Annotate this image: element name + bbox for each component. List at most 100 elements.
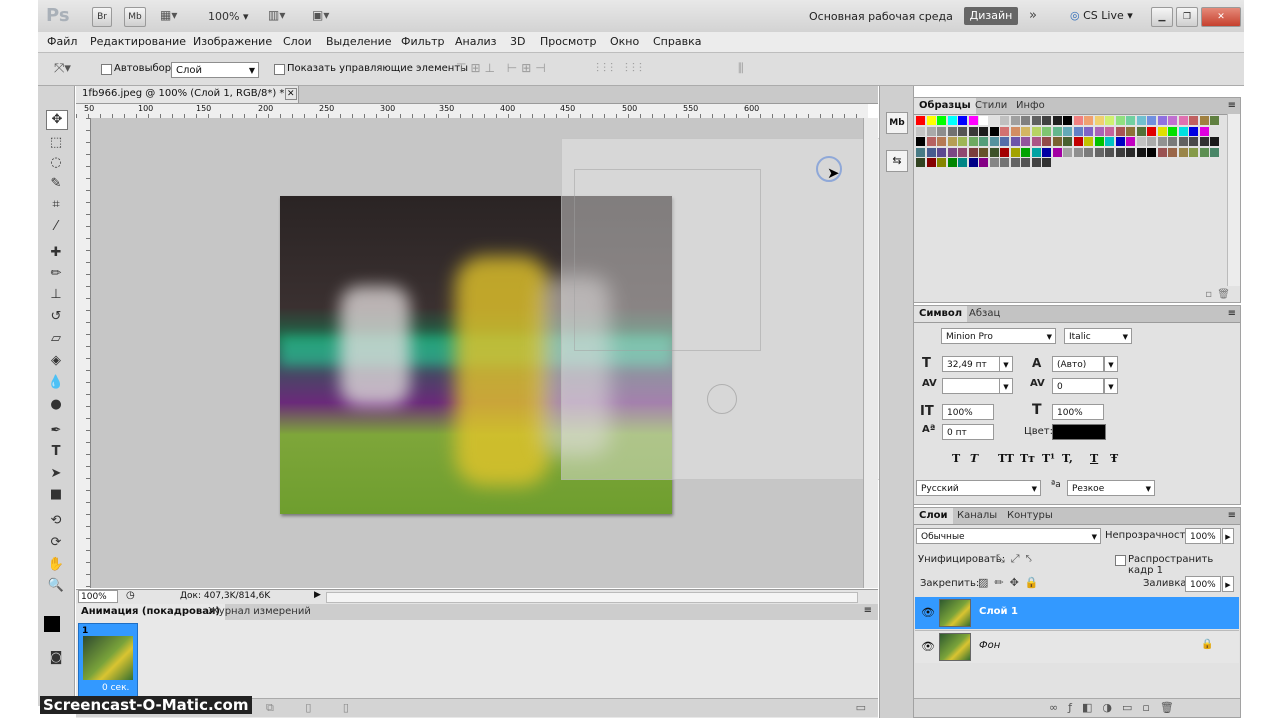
panel-menu-icon[interactable]: ≡ bbox=[1228, 308, 1236, 319]
close-button[interactable]: ✕ bbox=[1201, 7, 1241, 27]
color-swatch[interactable] bbox=[1031, 137, 1041, 146]
language-dropdown[interactable]: Русский ▼ bbox=[916, 480, 1041, 496]
color-swatch[interactable] bbox=[1168, 116, 1177, 125]
color-swatch[interactable] bbox=[979, 116, 988, 125]
show-controls-checkbox[interactable] bbox=[274, 64, 285, 75]
tab-paths[interactable]: Контуры bbox=[1002, 508, 1058, 524]
color-swatch[interactable] bbox=[1052, 147, 1062, 157]
color-swatch[interactable] bbox=[1105, 126, 1114, 136]
tab-info[interactable]: Инфо bbox=[1011, 98, 1050, 114]
color-swatch[interactable] bbox=[968, 126, 978, 136]
color-swatch[interactable] bbox=[958, 158, 967, 167]
autoselect-checkbox[interactable] bbox=[101, 64, 112, 75]
menu-edit[interactable]: Редактирование bbox=[90, 35, 186, 48]
type-tool-icon[interactable]: T bbox=[46, 443, 66, 461]
healing-brush-tool-icon[interactable]: ✚ bbox=[46, 244, 66, 262]
color-swatch[interactable] bbox=[1063, 116, 1072, 125]
color-swatch[interactable] bbox=[1031, 147, 1041, 157]
color-swatch[interactable] bbox=[968, 158, 978, 167]
panel-menu-icon[interactable]: ≡ bbox=[1228, 510, 1236, 521]
font-size-field[interactable]: 32,49 пт bbox=[942, 356, 1000, 372]
text-color-swatch[interactable] bbox=[1052, 424, 1106, 440]
document-canvas[interactable]: ➤ bbox=[91, 118, 893, 588]
status-arrow-icon[interactable]: ▶ bbox=[314, 590, 321, 600]
color-swatch[interactable] bbox=[958, 116, 967, 125]
arrange-documents-icon[interactable]: ▥▾ bbox=[268, 8, 285, 22]
color-swatch[interactable] bbox=[1157, 126, 1167, 136]
color-swatch[interactable] bbox=[968, 137, 978, 146]
color-swatch[interactable] bbox=[947, 137, 957, 146]
color-swatch[interactable] bbox=[1199, 126, 1209, 136]
minibridge-panel-icon[interactable]: Mb bbox=[886, 112, 908, 134]
view-extras-icon[interactable]: ▦▾ bbox=[160, 8, 177, 22]
delete-swatch-icon[interactable]: 🗑 bbox=[1217, 289, 1230, 300]
color-swatch[interactable] bbox=[1073, 137, 1083, 146]
blend-mode-dropdown[interactable]: Обычные ▼ bbox=[916, 528, 1101, 544]
panel-menu-icon[interactable]: ≡ bbox=[1228, 100, 1236, 111]
color-swatch[interactable] bbox=[1115, 147, 1125, 157]
color-swatch[interactable] bbox=[1189, 137, 1198, 146]
color-swatch[interactable] bbox=[926, 137, 936, 146]
color-swatch[interactable] bbox=[926, 158, 936, 167]
3d-orbit-tool-icon[interactable]: ⟳ bbox=[46, 534, 66, 552]
move-tool-preset-icon[interactable]: ⤧▾ bbox=[54, 61, 71, 76]
menu-3d[interactable]: 3D bbox=[510, 35, 525, 48]
lasso-tool-icon[interactable]: ◌ bbox=[46, 154, 66, 172]
color-swatch[interactable] bbox=[968, 116, 978, 125]
chevron-down-icon[interactable]: ▼ bbox=[999, 356, 1013, 372]
color-swatch[interactable] bbox=[1136, 147, 1146, 157]
color-swatch[interactable] bbox=[1010, 137, 1020, 146]
tab-character[interactable]: Символ bbox=[914, 306, 968, 322]
layer-row[interactable]: 👁 Слой 1 bbox=[915, 597, 1239, 629]
tab-styles[interactable]: Стили bbox=[970, 98, 1012, 114]
fill-field[interactable]: 100% bbox=[1185, 576, 1221, 592]
color-swatch[interactable] bbox=[1021, 158, 1030, 167]
color-swatch[interactable] bbox=[1178, 137, 1188, 146]
color-swatch[interactable] bbox=[1063, 147, 1072, 157]
animation-control-icons[interactable]: ⧉ ▯ ▯ bbox=[266, 701, 363, 715]
color-swatch[interactable] bbox=[968, 147, 978, 157]
color-swatch[interactable] bbox=[1063, 126, 1072, 136]
color-swatch[interactable] bbox=[989, 126, 999, 136]
screen-mode-icon[interactable]: ▣▾ bbox=[312, 8, 329, 22]
color-swatch[interactable] bbox=[1094, 137, 1104, 146]
color-swatch[interactable] bbox=[1210, 137, 1219, 146]
color-swatch[interactable] bbox=[1000, 137, 1009, 146]
color-swatch[interactable] bbox=[989, 137, 999, 146]
vertical-scale-field[interactable]: 100% bbox=[942, 404, 994, 420]
eyedropper-tool-icon[interactable]: ⁄ bbox=[46, 218, 66, 236]
color-swatch[interactable] bbox=[1189, 147, 1198, 157]
strikethrough-button[interactable]: Ŧ bbox=[1110, 452, 1118, 465]
workspace-label[interactable]: Основная рабочая среда bbox=[809, 10, 953, 23]
color-swatch[interactable] bbox=[958, 137, 967, 146]
color-swatch[interactable] bbox=[1168, 126, 1177, 136]
color-swatch[interactable] bbox=[1157, 147, 1167, 157]
color-swatch[interactable] bbox=[1136, 137, 1146, 146]
color-swatch[interactable] bbox=[947, 126, 957, 136]
color-swatch[interactable] bbox=[1126, 147, 1135, 157]
color-swatch[interactable] bbox=[1147, 126, 1156, 136]
color-swatch[interactable] bbox=[1157, 116, 1167, 125]
color-swatch[interactable] bbox=[1000, 116, 1009, 125]
color-swatch[interactable] bbox=[1115, 126, 1125, 136]
color-swatch[interactable] bbox=[1042, 116, 1051, 125]
color-swatch[interactable] bbox=[1178, 116, 1188, 125]
foreground-color-swatch[interactable] bbox=[44, 616, 60, 632]
color-swatch[interactable] bbox=[1042, 126, 1051, 136]
chevron-down-icon[interactable]: ▼ bbox=[1104, 356, 1118, 372]
eraser-tool-icon[interactable]: ▱ bbox=[46, 330, 66, 348]
small-caps-button[interactable]: Tт bbox=[1020, 452, 1035, 465]
font-style-dropdown[interactable]: Italic ▼ bbox=[1064, 328, 1132, 344]
color-swatch[interactable] bbox=[1000, 126, 1009, 136]
menu-file[interactable]: Файл bbox=[47, 35, 77, 48]
color-swatch[interactable] bbox=[1105, 116, 1114, 125]
menu-layers[interactable]: Слои bbox=[283, 35, 312, 48]
color-swatch[interactable] bbox=[979, 126, 988, 136]
move-tool-icon[interactable]: ✥ bbox=[46, 110, 68, 130]
color-swatch[interactable] bbox=[1210, 126, 1219, 136]
cs-live-menu[interactable]: ◎ CS Live ▾ bbox=[1070, 9, 1133, 22]
menu-filter[interactable]: Фильтр bbox=[401, 35, 445, 48]
color-swatch[interactable] bbox=[1073, 116, 1083, 125]
brush-tool-icon[interactable]: ✏ bbox=[46, 265, 66, 283]
path-selection-tool-icon[interactable]: ➤ bbox=[46, 465, 66, 483]
